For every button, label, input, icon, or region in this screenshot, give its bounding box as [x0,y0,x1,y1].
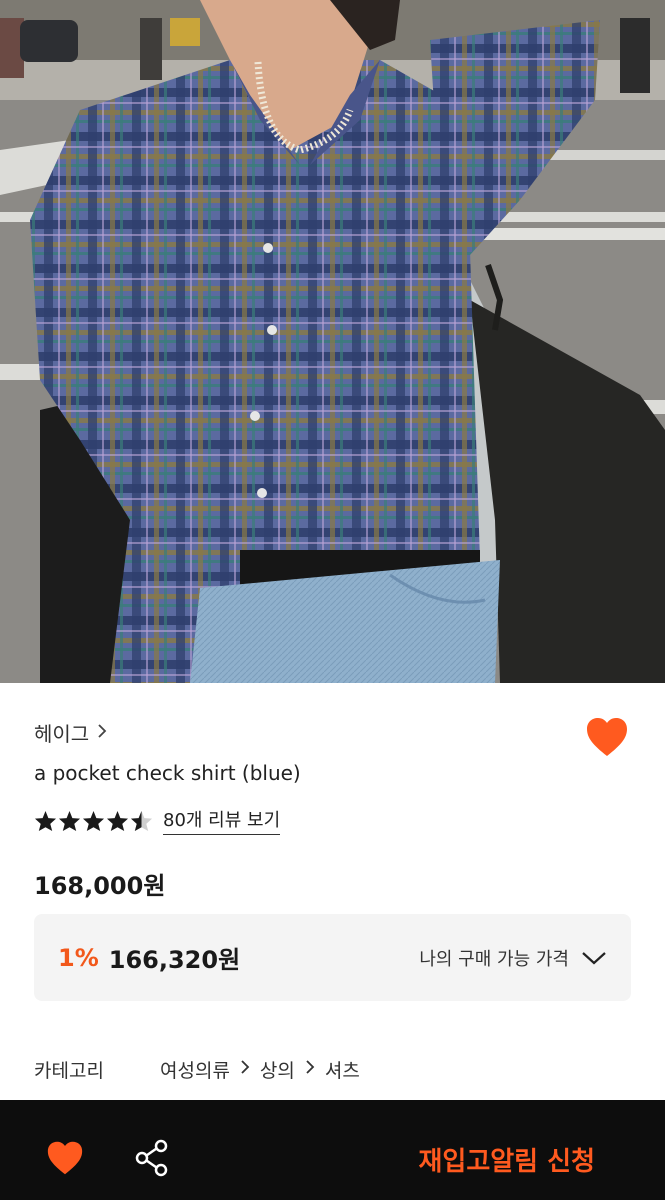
product-photo-illustration [0,0,665,683]
chevron-right-icon [97,723,107,743]
category-breadcrumb: 카테고리 여성의류 상의 셔츠 [34,1056,360,1083]
product-price: 168,000원 [34,872,166,900]
category-item-shirts[interactable]: 셔츠 [325,1056,360,1083]
review-link[interactable]: 80개 리뷰 보기 [163,806,281,835]
category-item-women[interactable]: 여성의류 [160,1056,230,1083]
my-price-label: 나의 구매 가능 가격 [419,948,569,970]
star-rating [34,810,153,832]
discount-price: 166,320원 [108,946,241,974]
category-item-tops[interactable]: 상의 [260,1056,295,1083]
heart-icon [47,1141,83,1175]
brand-link[interactable]: 헤이그 [34,718,107,747]
share-button[interactable] [134,1139,170,1177]
chevron-right-icon [305,1059,315,1080]
restock-alert-button[interactable]: 재입고알림 신청 [419,1141,596,1178]
star-icon [34,810,57,831]
star-icon [106,810,129,831]
star-icon [82,810,105,831]
discount-rate: 1% [58,943,99,972]
chevron-right-icon [240,1059,250,1080]
star-icon [58,810,81,831]
wishlist-heart-button[interactable] [585,716,629,758]
share-icon [135,1139,168,1177]
discount-price-box: 1% 166,320원 나의 구매 가능 가격 [34,914,631,1001]
my-price-toggle[interactable]: 나의 구매 가능 가격 [419,945,607,971]
star-half-icon [130,810,153,831]
product-name: a pocket check shirt (blue) [34,761,301,785]
bottom-heart-button[interactable] [46,1140,84,1176]
brand-name: 헤이그 [34,722,90,746]
chevron-down-icon [582,951,606,964]
product-photo[interactable] [0,0,665,683]
category-label: 카테고리 [34,1060,104,1082]
heart-icon [587,718,627,756]
rating-row: 80개 리뷰 보기 [34,806,281,835]
